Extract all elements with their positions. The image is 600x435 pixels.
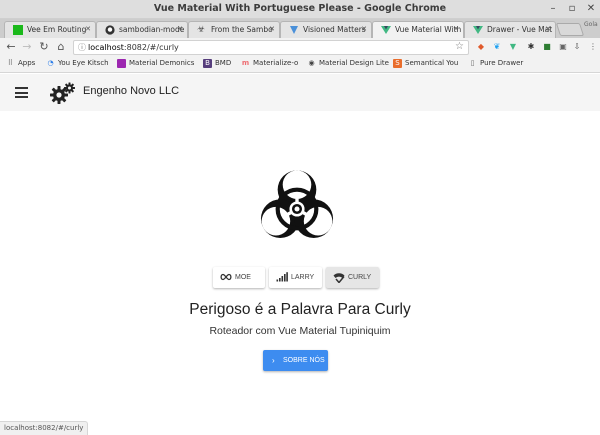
material-demonics-icon [117, 59, 126, 68]
status-url-bubble: localhost:8082/#/curly [0, 421, 89, 435]
maximize-button[interactable]: ▫ [565, 3, 579, 14]
toggle-label: Curly [348, 274, 372, 281]
page-subheadline: Roteador com Vue Material Tupiniquim [209, 325, 391, 337]
close-tab-icon[interactable]: ✕ [85, 25, 91, 33]
biohazard-icon [254, 167, 340, 251]
tab-label: Visioned Matters [303, 25, 366, 34]
biohazard-favicon-icon: ☣ [197, 25, 206, 35]
toggle-larry[interactable]: Larry [269, 267, 322, 288]
home-button[interactable]: ⌂ [55, 40, 67, 53]
bookmark-material-design-lite[interactable]: ◉ Material Design Lite [307, 59, 389, 67]
tab-sambodian-mode[interactable]: sambodian-mode ✕ [96, 21, 188, 38]
profile-label[interactable]: Gola [584, 21, 598, 28]
toggle-label: Moe [235, 274, 251, 281]
tab-label: Drawer - Vue Mat [487, 25, 553, 34]
mdl-icon: ◉ [308, 59, 315, 67]
minimize-button[interactable]: – [546, 3, 560, 14]
page-icon: ▯ [470, 59, 475, 67]
main-content: Moe Larry Curly Perigoso é a Palavra Par… [0, 111, 600, 420]
bookmarks-bar: ⠿ Apps ◔ You Eye Kitsch Material Demonic… [0, 57, 600, 73]
window-title: Vue Material With Portuguese Please - Go… [153, 3, 447, 14]
bookmark-pure-drawer[interactable]: ▯ Pure Drawer [468, 59, 524, 67]
github-icon [105, 25, 115, 35]
download-extension-icon[interactable]: ⇩ [572, 42, 582, 52]
infinity-icon [220, 273, 232, 281]
puzzle-extension-icon[interactable]: ✱ [526, 42, 536, 52]
bookmark-apps[interactable]: ⠿ Apps [6, 59, 35, 67]
tab-label: Vue Material With [395, 25, 462, 34]
about-us-button[interactable]: › Sobre Nós [263, 350, 328, 371]
materialize-icon: m [241, 59, 250, 67]
tab-visioned-matters[interactable]: Visioned Matters ✕ [280, 21, 372, 38]
vue-favicon-icon [473, 25, 483, 35]
info-icon[interactable]: ⓘ [78, 42, 86, 53]
close-window-button[interactable]: ✕ [584, 3, 598, 14]
tab-strip: Vee Em Routing ✕ sambodian-mode ✕ ☣ From… [0, 19, 600, 38]
new-tab-button[interactable] [555, 23, 585, 36]
address-bar[interactable]: ⓘ localhost:8082/#/curly ☆ [73, 40, 469, 55]
toggle-curly[interactable]: Curly [326, 267, 379, 288]
apps-grid-icon: ⠿ [7, 59, 14, 67]
gears-logo-icon [50, 81, 76, 105]
vue-devtools-icon[interactable]: ▼ [508, 42, 518, 52]
reload-button[interactable]: ↻ [38, 40, 50, 53]
page-headline: Perigoso é a Palavra Para Curly [189, 301, 411, 318]
toggle-label: Larry [291, 274, 315, 281]
close-tab-icon[interactable]: ✕ [269, 25, 275, 33]
toggle-moe[interactable]: Moe [213, 267, 265, 288]
bookmark-material-demonics[interactable]: Material Demonics [117, 59, 194, 68]
signal-bars-icon [276, 272, 288, 282]
close-tab-icon[interactable]: ✕ [361, 25, 367, 33]
chrome-menu-icon[interactable]: ⋮ [588, 42, 598, 52]
close-tab-icon[interactable]: ✕ [177, 25, 183, 33]
about-us-label: Sobre Nós [283, 357, 325, 364]
semantic-ui-icon: S [393, 59, 402, 68]
chevron-right-icon: › [272, 356, 275, 365]
bookmark-you-eye-kitsch[interactable]: ◔ You Eye Kitsch [46, 59, 108, 67]
bookmark-materialize[interactable]: m Materialize-o [241, 59, 298, 67]
bookmark-semantical-you[interactable]: S Semantical You [393, 59, 458, 68]
hamburger-menu-icon[interactable] [15, 87, 28, 98]
forward-button[interactable]: → [21, 40, 33, 53]
tab-label: Vee Em Routing [27, 25, 87, 34]
tab-label: sambodian-mode [119, 25, 185, 34]
bookmark-bmd[interactable]: B BMD [203, 59, 231, 68]
browser-toolbar: ← → ↻ ⌂ ⓘ localhost:8082/#/curly ☆ ◆ ❦ ▼… [0, 38, 600, 57]
back-button[interactable]: ← [5, 40, 17, 53]
bookmark-star-icon[interactable]: ☆ [455, 41, 464, 52]
cast-icon[interactable]: ▣ [558, 42, 568, 52]
address-url: localhost:8082/#/curly [88, 43, 179, 52]
network-check-icon [333, 273, 345, 283]
close-tab-icon[interactable]: ✕ [545, 25, 551, 33]
bootstrap-icon: B [203, 59, 212, 68]
twitter-extension-icon[interactable]: ❦ [492, 42, 502, 52]
app-toolbar: Engenho Novo LLC [0, 74, 600, 111]
vue-favicon-icon [381, 25, 391, 35]
extension-fox-icon[interactable]: ◆ [476, 42, 486, 52]
app-title: Engenho Novo LLC [83, 85, 180, 97]
title-bar: Vue Material With Portuguese Please - Go… [0, 0, 600, 19]
tab-vue-material-active[interactable]: Vue Material With ✕ [372, 21, 464, 38]
tab-favicon-icon [13, 25, 23, 35]
tab-drawer-vue-mat[interactable]: Drawer - Vue Mat ✕ [464, 21, 556, 38]
browser-window: Vue Material With Portuguese Please - Go… [0, 0, 600, 435]
tab-from-the-sambo[interactable]: ☣ From the Sambo ✕ [188, 21, 280, 38]
close-tab-icon[interactable]: ✕ [453, 25, 459, 33]
tab-vee-em-routing[interactable]: Vee Em Routing ✕ [4, 21, 96, 38]
vuetify-favicon-icon [289, 25, 299, 35]
loading-ring-icon: ◔ [47, 59, 54, 67]
shield-extension-icon[interactable]: ■ [542, 42, 552, 52]
tab-label: From the Sambo [211, 25, 273, 34]
